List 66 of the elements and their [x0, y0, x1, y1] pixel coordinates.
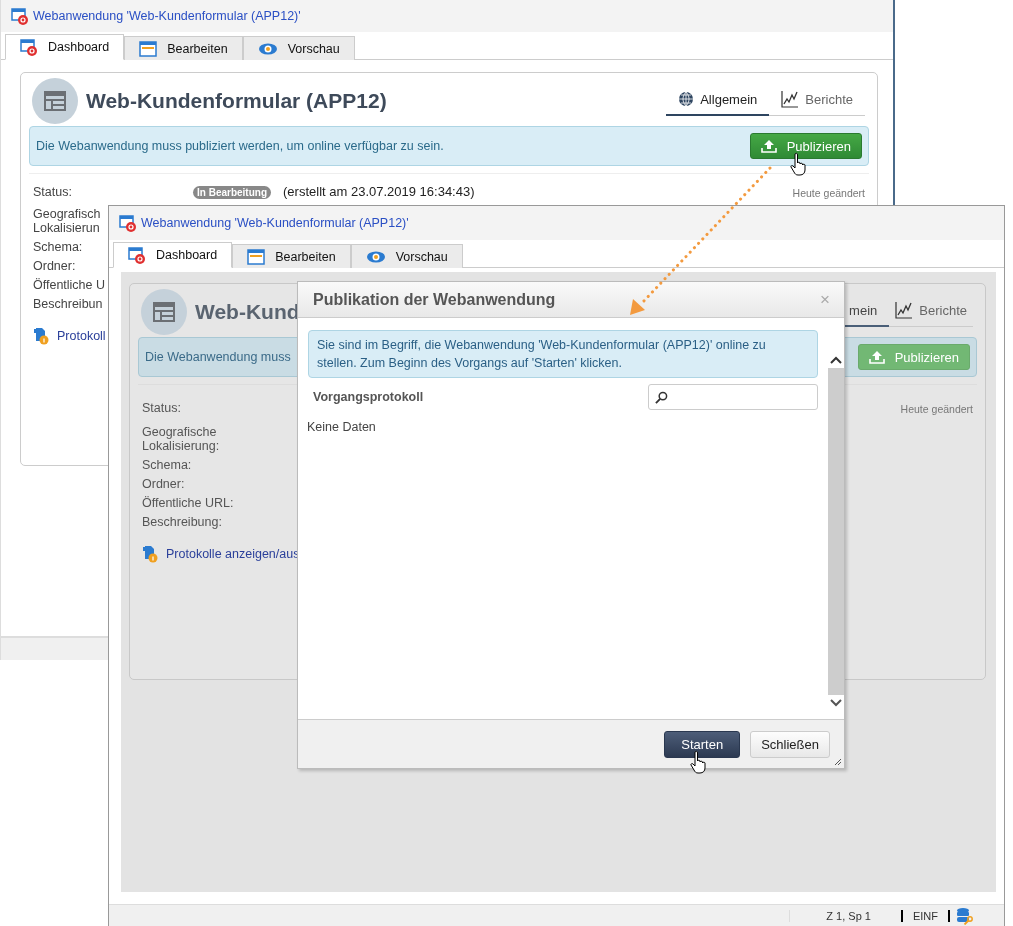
window-title: Webanwendung 'Web-Kundenformular (APP12)' — [141, 216, 409, 230]
modified-note: Heute geändert — [792, 187, 865, 199]
database-key-icon — [956, 906, 974, 925]
field-label: Ordner: — [142, 477, 185, 491]
scroll-up-icon[interactable] — [830, 356, 842, 364]
banner-text: Die Webanwendung muss publiziert werden, um online verfügbar zu sein. — [36, 139, 444, 153]
field-label: Geografische Lokalisierung: — [142, 425, 220, 453]
window-tab[interactable]: Dashboard — [113, 242, 233, 268]
start-button[interactable]: Starten — [664, 730, 741, 758]
window-tab[interactable]: Dashboard — [5, 34, 125, 60]
upload-icon — [868, 350, 885, 364]
log-link[interactable]: Protokoll — [57, 329, 106, 343]
app-heading: Web-Kund — [195, 300, 300, 324]
created-date: (erstellt am 23.07.2019 16:34:43) — [283, 184, 475, 199]
app-heading: Web-Kundenformular (APP12) — [86, 89, 387, 113]
field-label: Öffentliche URL: — [142, 496, 234, 510]
app-icon — [119, 214, 137, 232]
status-badge: In Bearbeitung — [193, 186, 271, 199]
window-tab[interactable]: Vorschau — [350, 244, 463, 268]
cursor-position: Z 1, Sp 1 — [789, 909, 903, 922]
log-info-icon — [33, 327, 49, 345]
app-icon — [128, 246, 146, 264]
line-chart-icon — [781, 90, 800, 108]
upload-icon — [760, 139, 777, 153]
log-info-icon — [142, 545, 158, 563]
eye-icon — [365, 250, 386, 263]
field-label: Geografisch Lokalisierun — [33, 207, 101, 235]
field-label: Beschreibung: — [142, 515, 222, 529]
form-avatar-icon — [32, 78, 78, 124]
app-icon — [20, 38, 38, 56]
resize-grip-icon[interactable] — [834, 758, 842, 766]
form-avatar-icon — [141, 289, 187, 335]
window-tab[interactable]: Bearbeiten — [124, 36, 243, 60]
info-message: Sie sind im Begriff, die Webanwendung 'Web-Kundenformular (APP12)' online zu stellen. Zum Beginn des Vorgangs auf 'Starten' klicken. — [308, 330, 818, 378]
modified-note: Heute geändert — [900, 403, 973, 415]
search-icon — [655, 390, 668, 404]
window-tab[interactable]: Bearbeiten — [232, 244, 351, 268]
close-dialog-button[interactable]: Schließen — [750, 730, 830, 758]
scroll-down-icon[interactable] — [830, 699, 842, 707]
insert-mode: EINF — [902, 909, 950, 922]
empty-note: Keine Daten — [307, 420, 377, 434]
field-label: Ordner: — [33, 259, 76, 273]
view-tab[interactable]: Berichte — [889, 297, 973, 327]
publish-button[interactable]: Publizieren — [749, 133, 862, 159]
field-label: Öffentliche U — [33, 278, 106, 292]
field-label: Beschreibun — [33, 297, 103, 311]
window-tab[interactable]: Vorschau — [242, 36, 355, 60]
search-field[interactable] — [648, 384, 818, 410]
log-link[interactable]: Protokolle anzeigen/aus — [166, 547, 300, 561]
banner-text: Die Webanwendung muss — [145, 350, 291, 364]
dialog-title: Publikation der Webanwendung — [313, 290, 556, 309]
field-label: Schema: — [33, 240, 83, 254]
view-tab[interactable]: Berichte — [769, 86, 865, 116]
app-icon — [11, 7, 29, 25]
window-icon — [139, 40, 158, 57]
line-chart-icon — [895, 301, 914, 319]
hand-cursor-icon — [790, 152, 808, 176]
eye-icon — [257, 42, 278, 55]
field-label: Status: — [33, 185, 73, 199]
window-icon — [247, 248, 266, 265]
field-label: Status: — [142, 401, 182, 415]
log-title: Vorgangsprotokoll — [313, 390, 424, 404]
window-title: Webanwendung 'Web-Kundenformular (APP12)' — [33, 9, 301, 23]
field-label: Schema: — [142, 458, 192, 472]
globe-icon — [678, 91, 695, 107]
view-tab[interactable]: Allgemein — [666, 86, 770, 116]
